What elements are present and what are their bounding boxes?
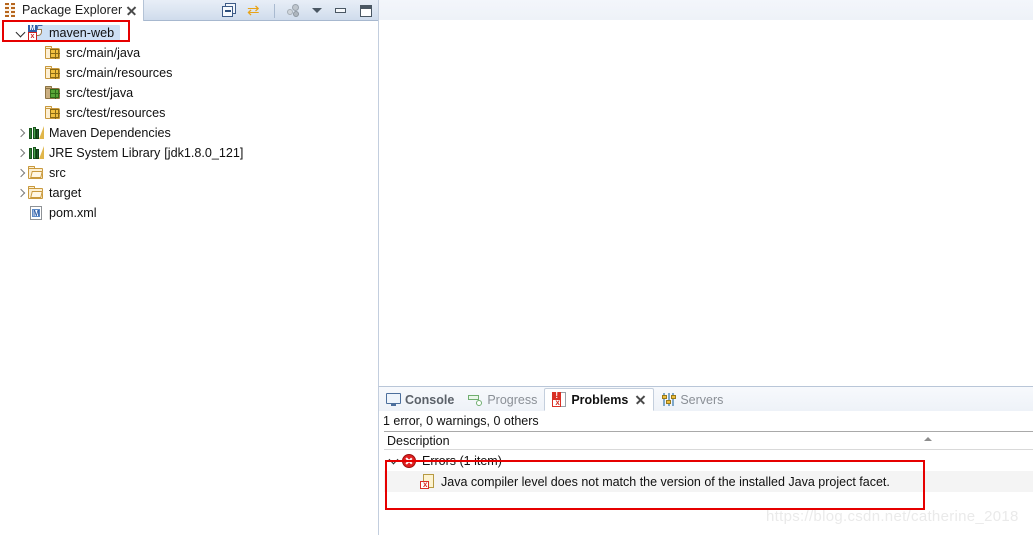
source-folder-icon — [45, 45, 61, 61]
package-explorer-tabbar: Package Explorer ⇄ — [0, 0, 378, 21]
tab-package-explorer[interactable]: Package Explorer — [0, 0, 145, 21]
tree-item-content[interactable]: JRE System Library [jdk1.8.0_121] — [28, 145, 243, 161]
tab-label: Problems — [571, 392, 629, 407]
tree-item-content[interactable]: src/test/java — [45, 85, 133, 101]
console-icon — [386, 392, 401, 407]
description-column-header[interactable]: Description — [384, 431, 1033, 450]
tab-label: Console — [405, 392, 455, 407]
problems-list[interactable]: Errors (1 item) Java compiler level does … — [384, 450, 1033, 535]
folder-icon — [28, 185, 44, 201]
link-with-editor-icon[interactable]: ⇄ — [247, 2, 263, 19]
tree-item-label: maven-web — [49, 26, 115, 40]
problems-summary: 1 error, 0 warnings, 0 others — [379, 411, 1033, 431]
tree-item-maven-web[interactable]: Mx maven-web — [0, 23, 378, 43]
problem-label: Java compiler level does not match the v… — [441, 474, 890, 489]
tree-item-jre-system-library[interactable]: JRE System Library [jdk1.8.0_121] — [0, 143, 378, 163]
package-explorer-icon — [4, 3, 18, 17]
tree-item-label: pom.xml — [49, 206, 97, 220]
maximize-icon[interactable] — [358, 3, 374, 19]
sort-ascending-icon[interactable] — [924, 437, 932, 441]
problems-view: Console Progress Problems Servers 1 error, … — [378, 386, 1033, 535]
tree-item-suffix: [jdk1.8.0_121] — [164, 146, 244, 160]
column-header-label: Description — [387, 434, 450, 448]
servers-icon — [661, 392, 676, 407]
xml-file-icon: M — [28, 205, 44, 221]
chevron-down-icon[interactable] — [13, 23, 28, 43]
editor-empty-canvas[interactable] — [379, 20, 1033, 386]
tab-problems[interactable]: Problems — [544, 388, 655, 411]
focus-on-active-task-icon[interactable] — [286, 3, 302, 19]
eclipse-workbench: Package Explorer ⇄ Mx maven-web src/main/j… — [0, 0, 1033, 535]
tree-item-label: Maven Dependencies — [49, 126, 171, 140]
editor-area — [378, 0, 1033, 386]
tree-item-target[interactable]: target — [0, 183, 378, 203]
chevron-right-icon[interactable] — [13, 163, 28, 183]
tree-item-maven-dependencies[interactable]: Maven Dependencies — [0, 123, 378, 143]
tree-item-content[interactable]: target — [28, 185, 81, 201]
tree-item-src-test-java[interactable]: src/test/java — [0, 83, 378, 103]
tree-item-src-main-resources[interactable]: src/main/resources — [0, 63, 378, 83]
tree-item-src-test-resources[interactable]: src/test/resources — [0, 103, 378, 123]
view-menu-icon[interactable] — [311, 3, 324, 19]
bottom-tabbar[interactable]: Console Progress Problems Servers — [379, 387, 1033, 411]
close-icon[interactable] — [635, 394, 646, 405]
tree-item-content[interactable]: src/test/resources — [45, 105, 165, 121]
chevron-right-icon[interactable] — [13, 183, 28, 203]
chevron-right-icon[interactable] — [13, 123, 28, 143]
tree-item-content[interactable]: src/main/resources — [45, 65, 172, 81]
error-circle-icon — [402, 453, 416, 468]
tab-servers[interactable]: Servers — [654, 388, 730, 411]
package-explorer-tab-label: Package Explorer — [22, 3, 123, 17]
tree-item-label: src/test/resources — [66, 106, 166, 120]
package-explorer-view: Package Explorer ⇄ Mx maven-web src/main/j… — [0, 0, 378, 535]
tree-item-label: target — [49, 186, 82, 200]
tree-item-pom-xml[interactable]: Mpom.xml — [0, 203, 378, 223]
tree-item-content[interactable]: Mpom.xml — [28, 205, 97, 221]
source-folder-icon — [45, 105, 61, 121]
toolbar-separator — [274, 3, 275, 18]
progress-icon — [468, 392, 483, 407]
collapse-all-icon[interactable] — [222, 2, 238, 19]
tree-item-content[interactable]: src/main/java — [45, 45, 140, 61]
tree-item-label: src/test/java — [66, 86, 134, 100]
tree-item-content[interactable]: Maven Dependencies — [28, 125, 171, 141]
problems-icon — [552, 391, 567, 407]
tree-item-src-main-java[interactable]: src/main/java — [0, 43, 378, 63]
chevron-down-icon[interactable] — [386, 450, 402, 471]
tab-progress[interactable]: Progress — [461, 388, 544, 411]
library-icon — [28, 145, 44, 161]
chevron-right-icon[interactable] — [13, 143, 28, 163]
tree-item-src[interactable]: src — [0, 163, 378, 183]
tree-item-label: src — [49, 166, 66, 180]
tab-label: Servers — [680, 392, 724, 407]
problem-row[interactable]: Errors (1 item) — [384, 450, 1033, 471]
problem-marker-icon — [420, 474, 435, 489]
tab-console[interactable]: Console — [379, 388, 461, 411]
project-tree[interactable]: Mx maven-web src/main/java src/main/resourc… — [0, 21, 378, 535]
minimize-icon[interactable] — [333, 3, 349, 19]
library-icon — [28, 125, 44, 141]
source-folder-icon — [45, 65, 61, 81]
tab-label: Progress — [487, 392, 538, 407]
maven-project-icon: Mx — [28, 25, 44, 41]
tree-item-label: src/main/resources — [66, 66, 173, 80]
folder-icon — [28, 165, 44, 181]
source-folder-green-icon — [45, 85, 61, 101]
tree-item-content[interactable]: Mx maven-web — [28, 25, 121, 41]
tree-item-label: src/main/java — [66, 46, 141, 60]
close-icon[interactable] — [126, 5, 137, 16]
editor-tabbar — [379, 0, 1033, 20]
problem-row[interactable]: Java compiler level does not match the v… — [384, 471, 1033, 492]
tree-item-label: JRE System Library — [49, 146, 161, 160]
tree-item-content[interactable]: src — [28, 165, 66, 181]
problem-label: Errors (1 item) — [422, 453, 502, 468]
package-explorer-toolbar: ⇄ — [222, 0, 374, 21]
